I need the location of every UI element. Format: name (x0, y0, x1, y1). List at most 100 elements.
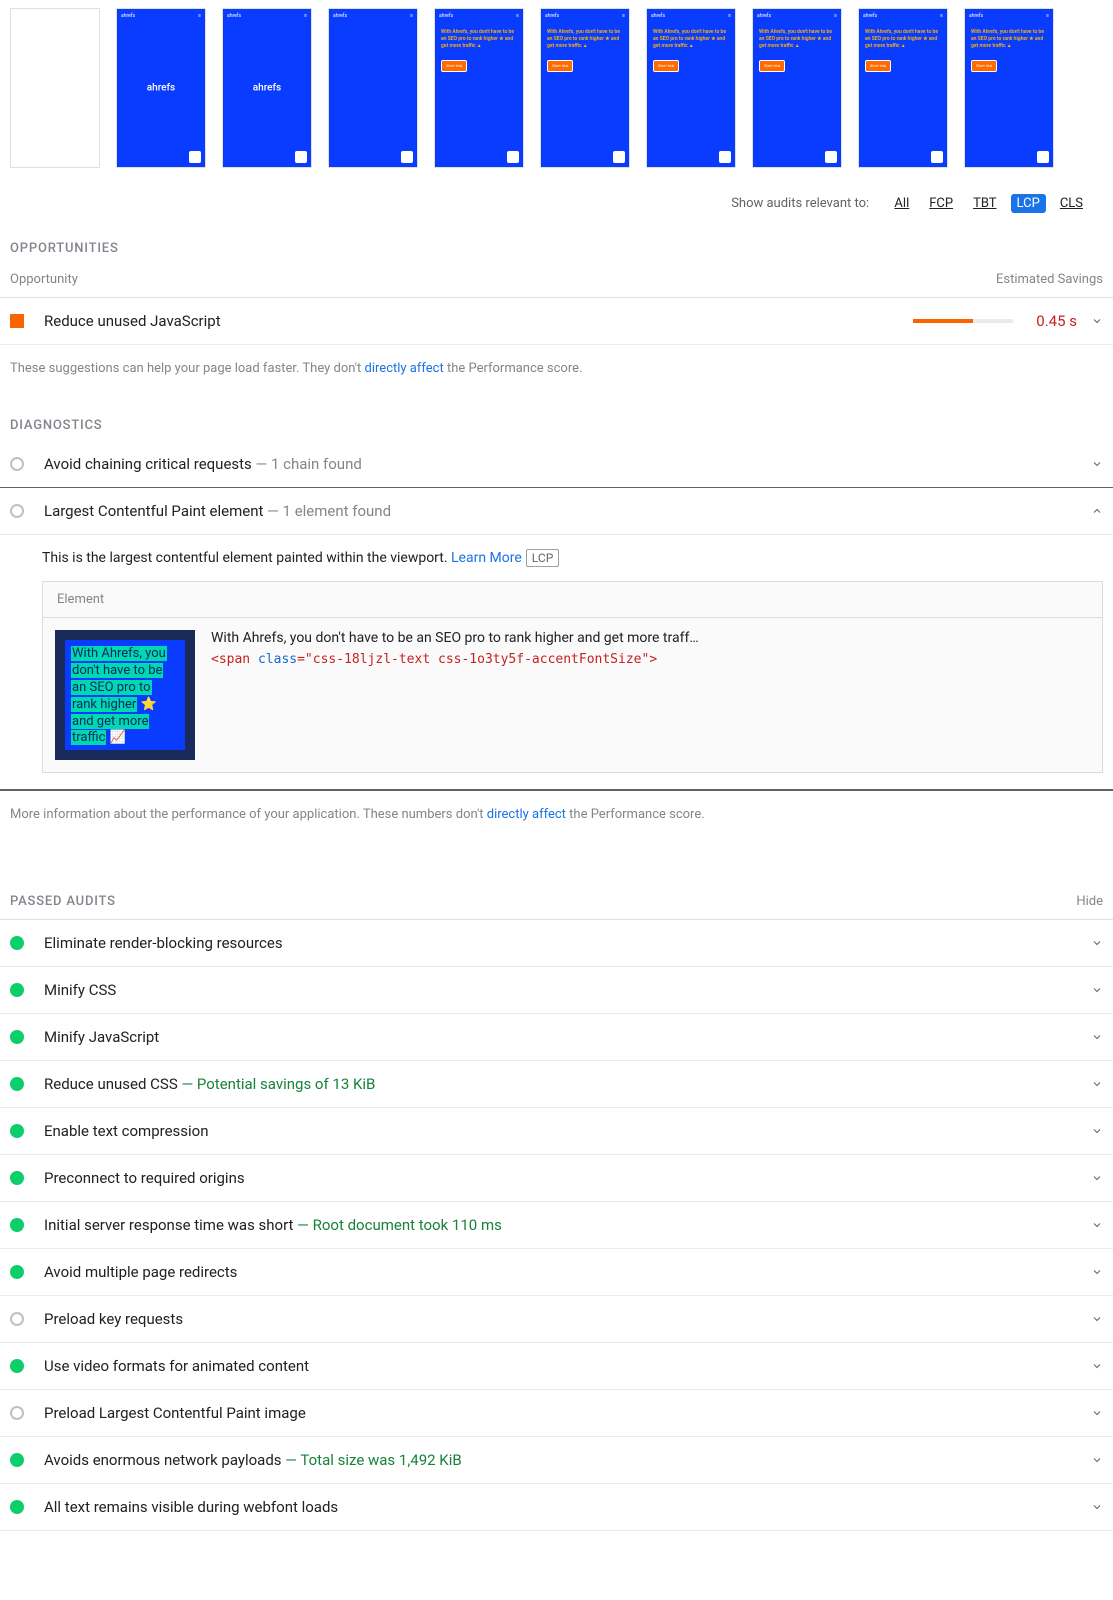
savings-bar (913, 319, 1013, 323)
filter-cls[interactable]: CLS (1054, 194, 1089, 213)
filter-label: Show audits relevant to: (731, 196, 869, 211)
passed-audit-row[interactable]: Minify CSS (0, 967, 1113, 1014)
frame-logo: ahrefs (147, 83, 175, 94)
diagnostic-expanded: This is the largest contentful element p… (0, 535, 1113, 791)
chevron-down-icon (1091, 1031, 1103, 1043)
frame-header: ahrefs≡ (969, 13, 1049, 19)
indicator-icon (10, 1500, 24, 1514)
filmstrip-frame[interactable]: ahrefs≡With Ahrefs, you don't have to be… (752, 8, 842, 168)
frame-badge (295, 151, 307, 163)
passed-audit-row[interactable]: Use video formats for animated content (0, 1343, 1113, 1390)
frame-header: ahrefs≡ (757, 13, 837, 19)
learn-more-link[interactable]: Learn More (451, 550, 522, 566)
filmstrip-frame[interactable]: ahrefs≡ (328, 8, 418, 168)
audit-title: Minify JavaScript (44, 1028, 1091, 1046)
audit-title: All text remains visible during webfont … (44, 1498, 1091, 1516)
filmstrip-frame[interactable]: ahrefs≡With Ahrefs, you don't have to be… (434, 8, 524, 168)
savings-text: 0.45 s (1027, 312, 1077, 330)
filter-fcp[interactable]: FCP (923, 194, 959, 213)
note-text: More information about the performance o… (10, 807, 487, 822)
filmstrip-frame[interactable]: ahrefs≡ahrefs (222, 8, 312, 168)
indicator-icon (10, 1171, 24, 1185)
audit-title: Minify CSS (44, 981, 1091, 999)
note-text: the Performance score. (566, 807, 705, 822)
passed-audit-row[interactable]: Minify JavaScript (0, 1014, 1113, 1061)
passed-audit-row[interactable]: Enable text compression (0, 1108, 1113, 1155)
frame-content: With Ahrefs, you don't have to be an SEO… (859, 9, 947, 78)
opportunities-columns: Opportunity Estimated Savings (0, 264, 1113, 298)
element-code: <span class="css-18ljzl-text css-1o3ty5f… (211, 652, 699, 667)
lcp-tag: LCP (526, 549, 559, 567)
chevron-down-icon (1091, 937, 1103, 949)
chevron-down-icon (1091, 1125, 1103, 1137)
col-savings: Estimated Savings (996, 272, 1103, 287)
frame-badge (189, 151, 201, 163)
frame-badge (613, 151, 625, 163)
frame-header: ahrefs≡ (545, 13, 625, 19)
directly-affect-link[interactable]: directly affect (365, 361, 444, 376)
directly-affect-link[interactable]: directly affect (487, 807, 566, 822)
audit-title: Eliminate render-blocking resources (44, 934, 1091, 952)
diagnostics-header: DIAGNOSTICS (0, 400, 1113, 441)
diagnostic-row[interactable]: Avoid chaining critical requests — 1 cha… (0, 441, 1113, 488)
opportunities-header: OPPORTUNITIES (0, 223, 1113, 264)
element-header: Element (43, 582, 1102, 618)
filter-all[interactable]: All (888, 194, 915, 213)
passed-audit-row[interactable]: Eliminate render-blocking resources (0, 920, 1113, 967)
frame-header: ahrefs≡ (651, 13, 731, 19)
filmstrip-frame[interactable]: ahrefs≡With Ahrefs, you don't have to be… (858, 8, 948, 168)
passed-audit-row[interactable]: Avoids enormous network payloads — Total… (0, 1437, 1113, 1484)
diagnostic-row[interactable]: Largest Contentful Paint element — 1 ele… (0, 488, 1113, 535)
passed-audit-row[interactable]: Preload Largest Contentful Paint image (0, 1390, 1113, 1437)
chevron-down-icon (1091, 1078, 1103, 1090)
chevron-up-icon (1091, 505, 1103, 517)
element-text: With Ahrefs, you don't have to be an SEO… (211, 630, 699, 646)
frame-badge (507, 151, 519, 163)
chevron-down-icon (1091, 1313, 1103, 1325)
frame-content: With Ahrefs, you don't have to be an SEO… (965, 9, 1053, 78)
indicator-icon (10, 314, 24, 328)
passed-audit-row[interactable]: All text remains visible during webfont … (0, 1484, 1113, 1531)
filmstrip-frame[interactable]: ahrefs≡ahrefs (116, 8, 206, 168)
audit-title: Preconnect to required origins (44, 1169, 1091, 1187)
indicator-icon (10, 1453, 24, 1467)
frame-badge (825, 151, 837, 163)
passed-audit-row[interactable]: Preload key requests (0, 1296, 1113, 1343)
filmstrip-frame[interactable]: ahrefs≡With Ahrefs, you don't have to be… (964, 8, 1054, 168)
passed-title: PASSED AUDITS (10, 894, 116, 909)
indicator-icon (10, 1124, 24, 1138)
audit-title: Reduce unused CSS — Potential savings of… (44, 1075, 1091, 1093)
filmstrip-frame[interactable]: ahrefs≡With Ahrefs, you don't have to be… (540, 8, 630, 168)
opportunity-row[interactable]: Reduce unused JavaScript 0.45 s (0, 298, 1113, 345)
filter-lcp[interactable]: LCP (1011, 194, 1046, 213)
filmstrip-frame[interactable] (10, 8, 100, 168)
element-box: Element With Ahrefs, youdon't have to be… (42, 581, 1103, 773)
chevron-down-icon (1091, 1501, 1103, 1513)
frame-content: With Ahrefs, you don't have to be an SEO… (541, 9, 629, 78)
note-text: the Performance score. (444, 361, 583, 376)
audit-title: Avoids enormous network payloads — Total… (44, 1451, 1091, 1469)
indicator-icon (10, 1406, 24, 1420)
element-info: With Ahrefs, you don't have to be an SEO… (211, 630, 699, 760)
chevron-down-icon (1091, 1172, 1103, 1184)
indicator-icon (10, 1077, 24, 1091)
chevron-down-icon (1091, 1266, 1103, 1278)
passed-audit-row[interactable]: Avoid multiple page redirects (0, 1249, 1113, 1296)
passed-audit-row[interactable]: Initial server response time was short —… (0, 1202, 1113, 1249)
passed-audit-row[interactable]: Preconnect to required origins (0, 1155, 1113, 1202)
indicator-icon (10, 1218, 24, 1232)
lcp-description: This is the largest contentful element p… (42, 549, 1103, 567)
filmstrip-frame[interactable]: ahrefs≡With Ahrefs, you don't have to be… (646, 8, 736, 168)
audit-title: Enable text compression (44, 1122, 1091, 1140)
opportunities-note: These suggestions can help your page loa… (0, 345, 1113, 400)
element-thumbnail: With Ahrefs, youdon't have to bean SEO p… (55, 630, 195, 760)
indicator-icon (10, 457, 24, 471)
indicator-icon (10, 1359, 24, 1373)
chevron-down-icon (1091, 1360, 1103, 1372)
filter-tbt[interactable]: TBT (967, 194, 1002, 213)
chevron-down-icon (1091, 458, 1103, 470)
passed-audit-row[interactable]: Reduce unused CSS — Potential savings of… (0, 1061, 1113, 1108)
chevron-down-icon (1091, 315, 1103, 327)
frame-badge (719, 151, 731, 163)
hide-button[interactable]: Hide (1076, 894, 1103, 909)
